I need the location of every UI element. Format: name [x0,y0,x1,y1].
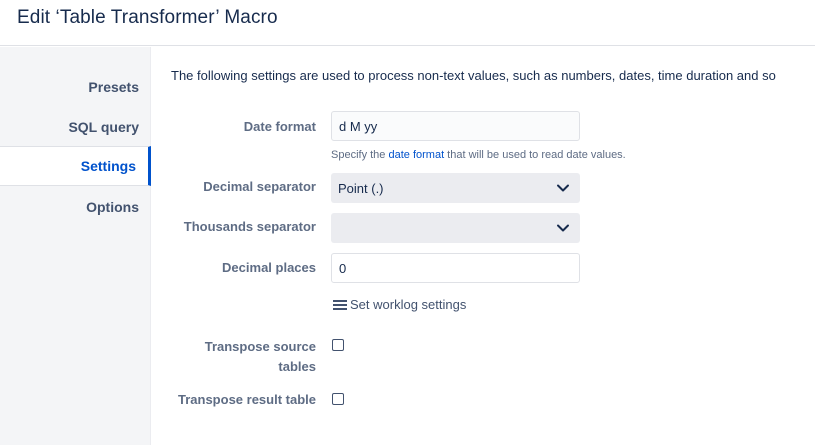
decimal-places-input[interactable]: 0 [331,253,580,283]
chevron-down-icon [557,224,569,232]
dialog-header: Edit ‘Table Transformer’ Macro [0,0,815,46]
transpose-source-label: Transpose source tables [152,337,316,377]
hint-suffix: that will be used to read date values. [444,149,626,161]
transpose-result-label: Transpose result table [178,392,316,407]
thousands-separator-label: Thousands separator [183,219,316,234]
decimal-separator-label: Decimal separator [203,179,316,194]
transpose-source-label-line2: tables [278,359,316,374]
decimal-separator-select[interactable]: Point (.) [331,173,580,203]
dialog-title: Edit ‘Table Transformer’ Macro [17,7,278,28]
date-format-label: Date format [243,119,316,134]
sidebar: Presets SQL query Settings Options [0,47,151,445]
sidebar-item-settings[interactable]: Settings [0,146,151,186]
chevron-down-icon [557,184,569,192]
decimal-places-label: Decimal places [222,260,316,275]
date-format-link[interactable]: date format [388,149,444,161]
date-format-value: d M yy [339,118,378,134]
transpose-source-label-line1: Transpose source [204,339,316,354]
settings-panel: The following settings are used to proce… [152,47,815,445]
sidebar-item-options[interactable]: Options [0,187,151,227]
set-worklog-settings-button[interactable]: Set worklog settings [333,297,466,312]
transpose-source-checkbox[interactable] [332,339,344,351]
sidebar-item-presets[interactable]: Presets [0,67,151,107]
date-format-hint: Specify the date format that will be use… [331,149,626,161]
transpose-result-checkbox[interactable] [332,393,344,405]
thousands-separator-select[interactable] [331,213,580,243]
decimal-places-value: 0 [339,260,347,276]
hint-prefix: Specify the [331,149,389,161]
date-format-input[interactable]: d M yy [331,111,580,141]
worklog-label: Set worklog settings [350,297,467,312]
sidebar-item-sql-query[interactable]: SQL query [0,107,151,147]
menu-icon [333,299,347,311]
settings-intro-text: The following settings are used to proce… [171,68,776,83]
decimal-separator-value: Point (.) [338,180,384,196]
